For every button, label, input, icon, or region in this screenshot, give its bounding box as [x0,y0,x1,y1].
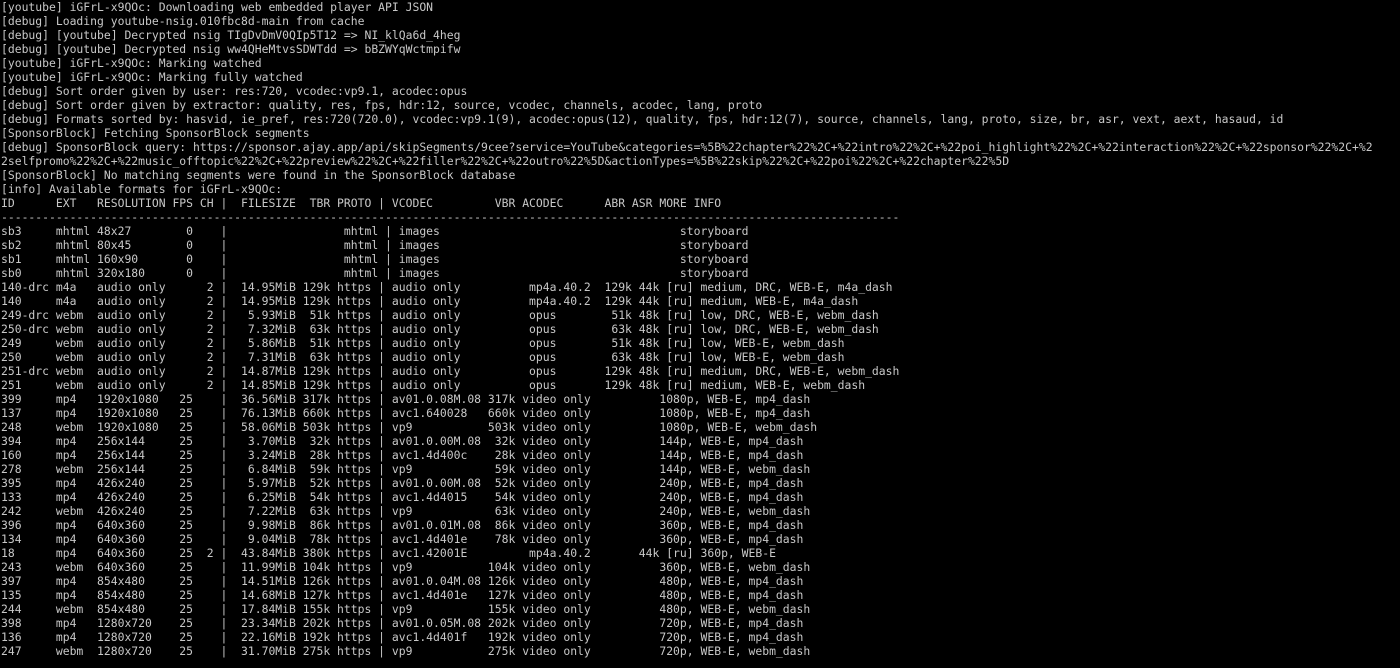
terminal-line: 137 mp4 1920x1080 25 | 76.13MiB 660k htt… [1,406,811,420]
terminal-line: [info] Available formats for iGFrL-x9QOc… [1,182,283,196]
terminal-line: [debug] Formats sorted by: hasvid, ie_pr… [1,112,1284,126]
terminal-line: sb3 mhtml 48x27 0 | mhtml | images story… [1,224,749,238]
terminal-line: [SponsorBlock] No matching segments were… [1,168,516,182]
terminal-line: [debug] Sort order given by extractor: q… [1,98,763,112]
terminal-line: 249 webm audio only 2 | 5.86MiB 51k http… [1,336,845,350]
terminal-line: [youtube] iGFrL-x9QOc: Downloading web e… [1,0,434,14]
terminal-line: 242 webm 426x240 25 | 7.22MiB 63k https … [1,504,811,518]
terminal-line: [debug] [youtube] Decrypted nsig TIgDvDm… [1,28,461,42]
terminal-output: [youtube] iGFrL-x9QOc: Downloading web e… [1,0,1400,658]
terminal-line: 243 webm 640x360 25 | 11.99MiB 104k http… [1,560,811,574]
terminal-line: 134 mp4 640x360 25 | 9.04MiB 78k https |… [1,532,804,546]
terminal-line: 160 mp4 256x144 25 | 3.24MiB 28k https |… [1,448,804,462]
terminal-line: 250 webm audio only 2 | 7.31MiB 63k http… [1,350,845,364]
terminal-line: ID EXT RESOLUTION FPS CH | FILESIZE TBR … [1,196,722,210]
terminal-line: 133 mp4 426x240 25 | 6.25MiB 54k https |… [1,490,804,504]
terminal-line: [youtube] iGFrL-x9QOc: Marking watched [1,56,262,70]
terminal-line: 394 mp4 256x144 25 | 3.70MiB 32k https |… [1,434,804,448]
terminal-line: 247 webm 1280x720 25 | 31.70MiB 275k htt… [1,644,811,658]
terminal-line: [debug] Sort order given by user: res:72… [1,84,468,98]
terminal-line: 249-drc webm audio only 2 | 5.93MiB 51k … [1,308,879,322]
terminal-line: sb2 mhtml 80x45 0 | mhtml | images story… [1,238,749,252]
terminal-line: ----------------------------------------… [1,210,900,224]
terminal-line: 396 mp4 640x360 25 | 9.98MiB 86k https |… [1,518,804,532]
terminal-line: [debug] [youtube] Decrypted nsig ww4QHeM… [1,42,461,56]
terminal-line: 2selfpromo%22%2C+%22music_offtopic%22%2C… [1,154,1010,168]
terminal-window[interactable]: [youtube] iGFrL-x9QOc: Downloading web e… [0,0,1400,668]
terminal-line: 250-drc webm audio only 2 | 7.32MiB 63k … [1,322,879,336]
terminal-line: 251 webm audio only 2 | 14.85MiB 129k ht… [1,378,866,392]
terminal-line: [SponsorBlock] Fetching SponsorBlock seg… [1,126,310,140]
terminal-line: [debug] Loading youtube-nsig.010fbc8d-ma… [1,14,365,28]
terminal-line: [youtube] iGFrL-x9QOc: Marking fully wat… [1,70,303,84]
terminal-line: [debug] SponsorBlock query: https://spon… [1,140,1373,154]
terminal-line: 136 mp4 1280x720 25 | 22.16MiB 192k http… [1,630,804,644]
terminal-line: 278 webm 256x144 25 | 6.84MiB 59k https … [1,462,811,476]
terminal-line: 244 webm 854x480 25 | 17.84MiB 155k http… [1,602,811,616]
terminal-line: 248 webm 1920x1080 25 | 58.06MiB 503k ht… [1,420,818,434]
terminal-line: 398 mp4 1280x720 25 | 23.34MiB 202k http… [1,616,804,630]
terminal-line: 399 mp4 1920x1080 25 | 36.56MiB 317k htt… [1,392,811,406]
terminal-line: sb1 mhtml 160x90 0 | mhtml | images stor… [1,252,749,266]
terminal-line: 140-drc m4a audio only 2 | 14.95MiB 129k… [1,280,893,294]
terminal-line: 397 mp4 854x480 25 | 14.51MiB 126k https… [1,574,804,588]
terminal-line: 135 mp4 854x480 25 | 14.68MiB 127k https… [1,588,804,602]
terminal-line: 395 mp4 426x240 25 | 5.97MiB 52k https |… [1,476,804,490]
terminal-line: 18 mp4 640x360 25 2 | 43.84MiB 380k http… [1,546,776,560]
terminal-line: 251-drc webm audio only 2 | 14.87MiB 129… [1,364,900,378]
terminal-line: sb0 mhtml 320x180 0 | mhtml | images sto… [1,266,749,280]
terminal-line: 140 m4a audio only 2 | 14.95MiB 129k htt… [1,294,859,308]
